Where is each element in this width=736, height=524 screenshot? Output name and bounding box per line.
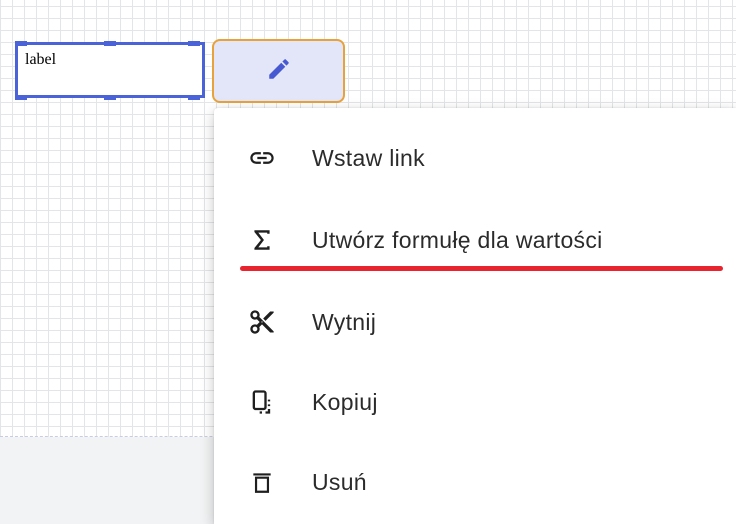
menu-item-label: Kopiuj bbox=[312, 388, 378, 415]
menu-item-copy[interactable]: Kopiuj bbox=[214, 372, 736, 432]
link-icon bbox=[248, 144, 276, 172]
resize-handle-bottom[interactable] bbox=[104, 95, 116, 100]
trash-icon bbox=[248, 468, 276, 496]
resize-handle-bottom-left[interactable] bbox=[15, 95, 27, 100]
selected-label-element[interactable]: label bbox=[15, 41, 205, 100]
edit-button[interactable] bbox=[212, 39, 345, 103]
pencil-icon bbox=[266, 56, 292, 87]
resize-handle-top-right[interactable] bbox=[188, 41, 200, 46]
menu-item-label: Wytnij bbox=[312, 308, 377, 335]
scissors-icon bbox=[248, 308, 276, 336]
resize-handle-bottom-right[interactable] bbox=[188, 95, 200, 100]
menu-item-delete[interactable]: Usuń bbox=[214, 452, 736, 512]
menu-item-label: Usuń bbox=[312, 468, 367, 495]
label-element-text: label bbox=[25, 51, 57, 68]
copy-icon bbox=[248, 388, 276, 416]
menu-item-insert-link[interactable]: Wstaw link bbox=[214, 128, 736, 188]
menu-item-cut[interactable]: Wytnij bbox=[214, 292, 736, 352]
sigma-icon bbox=[248, 226, 276, 254]
menu-item-label: Utwórz formułę dla wartości bbox=[312, 226, 603, 253]
highlight-underline bbox=[240, 266, 723, 271]
menu-item-create-formula[interactable]: Utwórz formułę dla wartości bbox=[214, 210, 736, 270]
menu-item-label: Wstaw link bbox=[312, 144, 425, 171]
context-menu: Wstaw link Utwórz formułę dla wartości W… bbox=[214, 108, 736, 524]
resize-handle-top-left[interactable] bbox=[15, 41, 27, 46]
resize-handle-top[interactable] bbox=[104, 41, 116, 46]
